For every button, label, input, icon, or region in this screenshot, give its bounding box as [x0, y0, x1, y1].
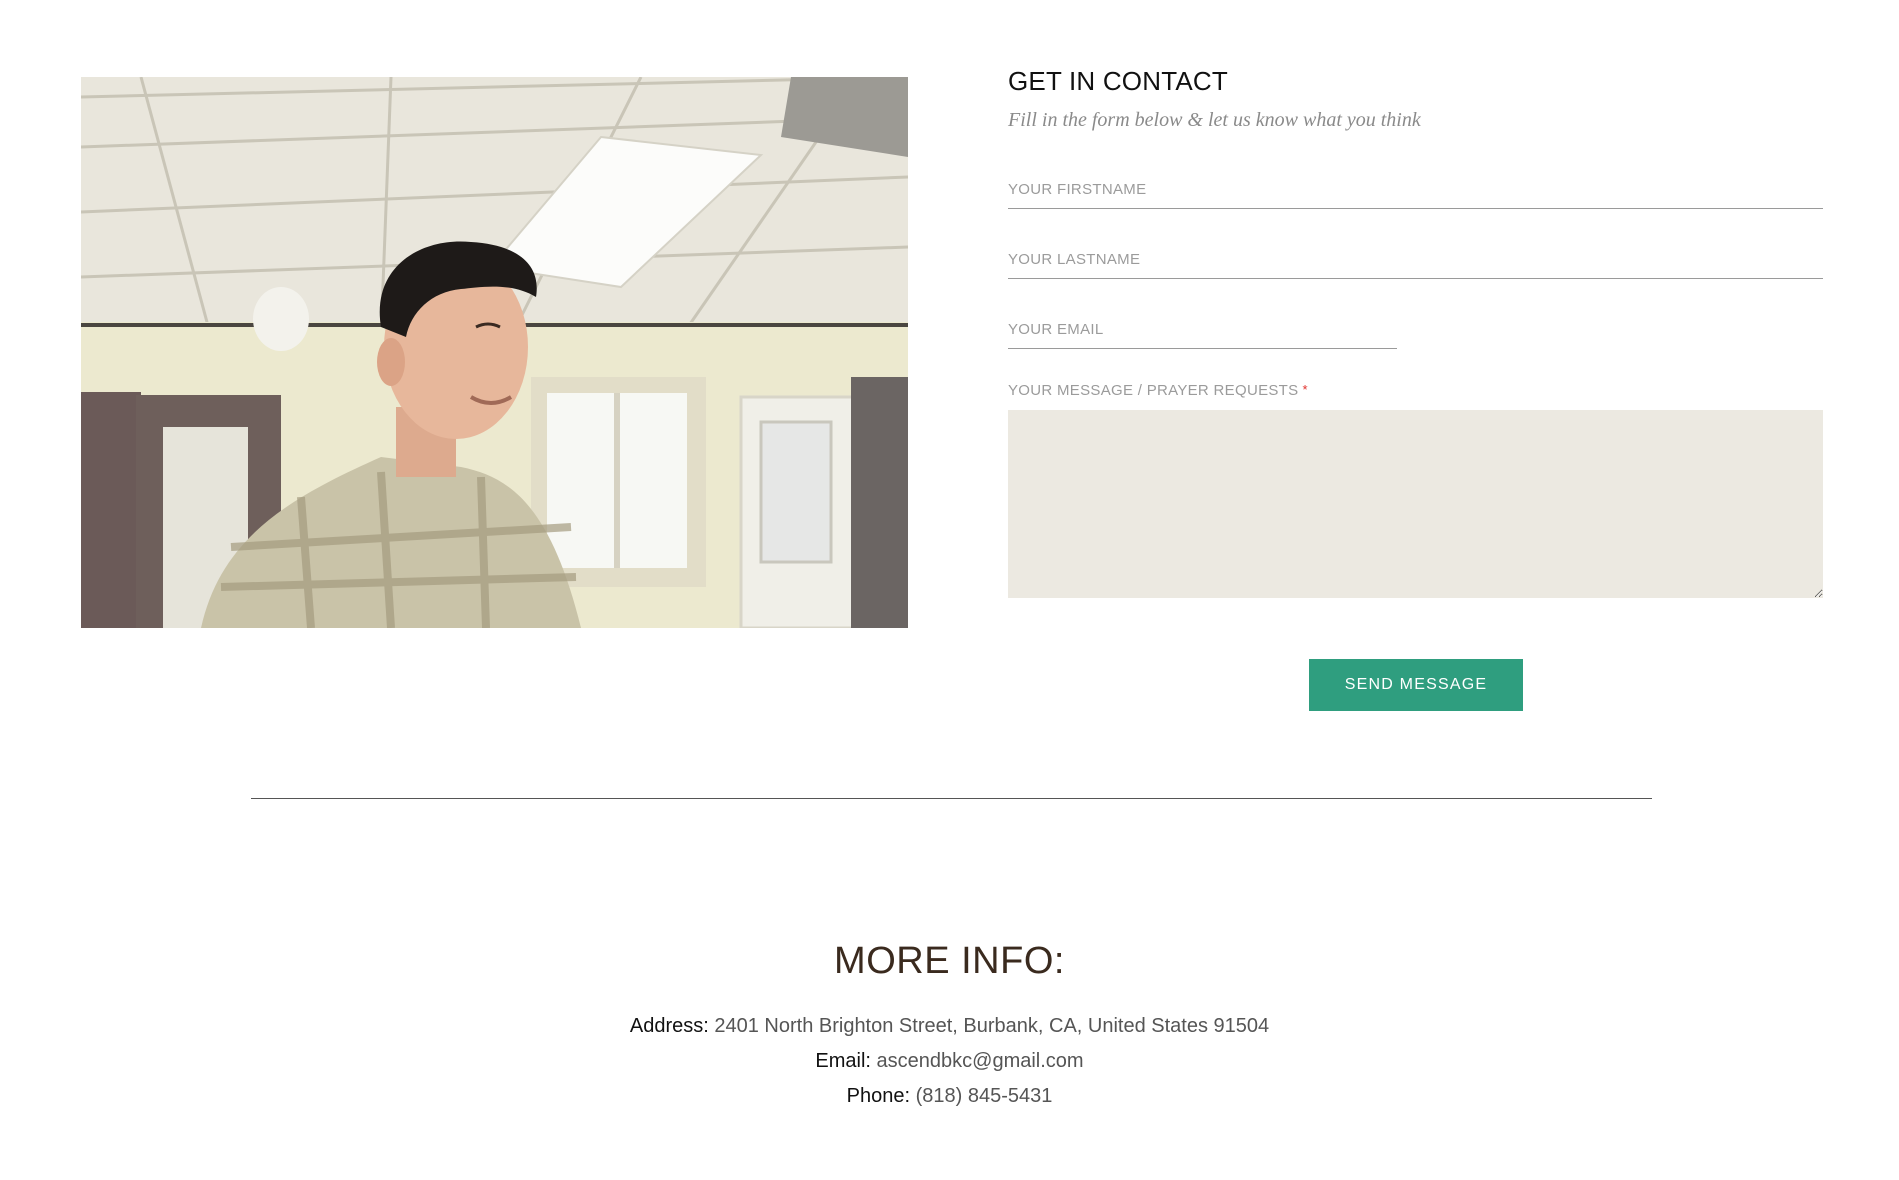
page: GET IN CONTACT Fill in the form below & …: [0, 0, 1899, 1180]
email-link[interactable]: ascendbkc@gmail.com: [877, 1050, 1084, 1072]
message-label: YOUR MESSAGE / PRAYER REQUESTS *: [1008, 382, 1308, 399]
required-mark: *: [1302, 382, 1308, 397]
contact-form: GET IN CONTACT Fill in the form below & …: [1008, 66, 1823, 711]
contact-title: GET IN CONTACT: [1008, 66, 1228, 96]
phone-line: Phone: (818) 845-5431: [0, 1079, 1899, 1114]
email-line: Email: ascendbkc@gmail.com: [0, 1044, 1899, 1079]
address-value: 2401 North Brighton Street, Burbank, CA,…: [714, 1015, 1270, 1037]
address-line: Address: 2401 North Brighton Street, Bur…: [0, 1009, 1899, 1044]
firstname-field-wrapper: [1008, 172, 1823, 209]
phone-label: Phone:: [846, 1085, 911, 1107]
more-info-section: MORE INFO: Address: 2401 North Brighton …: [0, 940, 1899, 1114]
more-info-title: MORE INFO:: [834, 940, 1065, 982]
email-field-wrapper: [1008, 312, 1397, 349]
message-textarea[interactable]: [1008, 410, 1823, 598]
lastname-field-wrapper: [1008, 242, 1823, 279]
email-input[interactable]: [1008, 312, 1397, 346]
lastname-input[interactable]: [1008, 242, 1823, 276]
firstname-input[interactable]: [1008, 172, 1823, 206]
phone-value: (818) 845-5431: [915, 1085, 1053, 1107]
section-divider: [251, 798, 1652, 799]
email-label: Email:: [815, 1050, 871, 1072]
contact-photo: [81, 77, 908, 628]
send-message-button[interactable]: SEND MESSAGE: [1309, 659, 1523, 711]
message-label-text: YOUR MESSAGE / PRAYER REQUESTS: [1008, 382, 1299, 399]
person-photo-illustration: [81, 77, 908, 628]
address-label: Address:: [629, 1015, 709, 1037]
contact-subtitle: Fill in the form below & let us know wha…: [1008, 109, 1421, 131]
